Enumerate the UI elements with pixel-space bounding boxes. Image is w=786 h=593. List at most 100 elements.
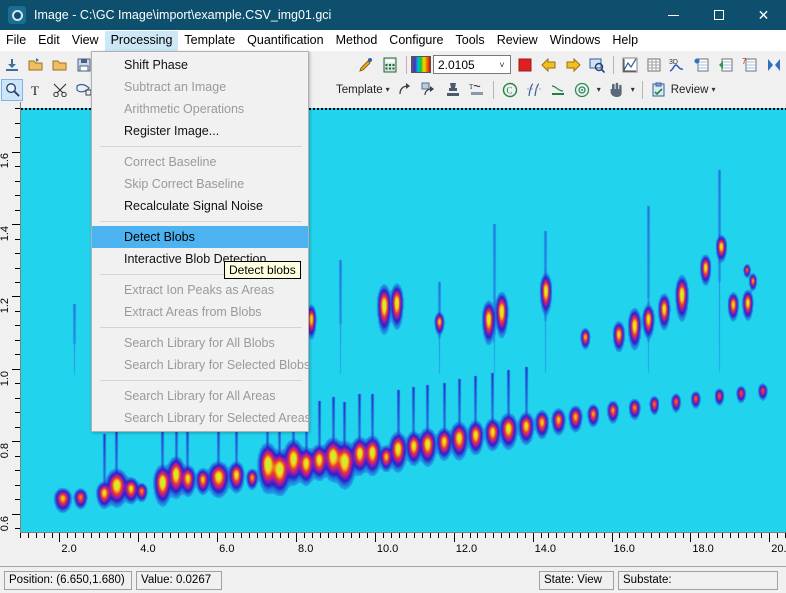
3d-view-button[interactable]: 3D xyxy=(667,54,689,76)
x-tick-minor xyxy=(75,533,76,538)
close-button[interactable]: ✕ xyxy=(741,0,786,30)
x-tick-minor xyxy=(446,533,447,538)
menu-template[interactable]: Template xyxy=(178,31,241,51)
image-compare-icon xyxy=(766,57,782,73)
y-tick-label: 1.2 xyxy=(0,298,11,313)
menu-file[interactable]: File xyxy=(0,31,32,51)
review-dropdown-label[interactable]: Review xyxy=(671,84,709,96)
minimize-button[interactable] xyxy=(651,0,696,30)
x-tick-minor xyxy=(746,533,747,538)
report-table-button[interactable]: 7 xyxy=(739,54,761,76)
back-button[interactable] xyxy=(538,54,560,76)
menu-item-register-image[interactable]: Register Image... xyxy=(92,120,308,142)
menu-item-recalculate-signal-noise[interactable]: Recalculate Signal Noise xyxy=(92,195,308,217)
menu-review[interactable]: Review xyxy=(491,31,544,51)
align-button[interactable] xyxy=(523,79,545,101)
menu-separator xyxy=(100,146,302,147)
x-tick-minor xyxy=(209,533,210,538)
x-tick-minor xyxy=(714,533,715,538)
calculator-button[interactable] xyxy=(379,54,401,76)
x-tick-minor xyxy=(304,533,305,538)
x-tick-minor xyxy=(225,533,226,538)
menu-item-shift-phase[interactable]: Shift Phase xyxy=(92,54,308,76)
x-tick-minor xyxy=(588,533,589,538)
y-tick-minor xyxy=(15,137,20,138)
hand-tool-button[interactable] xyxy=(605,79,627,101)
target-button[interactable] xyxy=(571,79,593,101)
y-tick-minor xyxy=(15,499,20,500)
stamp-tool-button[interactable] xyxy=(442,79,464,101)
baseline-button[interactable] xyxy=(547,79,569,101)
pencil-tool-button[interactable] xyxy=(355,54,377,76)
x-tick-minor xyxy=(430,533,431,538)
x-tick-major xyxy=(296,533,297,542)
save-icon xyxy=(76,57,92,73)
x-tick-minor xyxy=(556,533,557,538)
peak-table-button[interactable] xyxy=(643,54,665,76)
zoom-region-button[interactable] xyxy=(586,54,608,76)
open-recent-button[interactable] xyxy=(49,54,71,76)
x-tick-minor xyxy=(604,533,605,538)
chevron-down-icon[interactable]: ▾ xyxy=(711,85,715,94)
recalculate-button[interactable]: C xyxy=(499,79,521,101)
x-tick-label: 10.0 xyxy=(377,543,398,555)
y-tick-major xyxy=(12,441,20,442)
processing-menu[interactable]: Shift PhaseSubtract an ImageArithmetic O… xyxy=(91,51,309,432)
y-axis: 0.60.81.01.21.41.6 xyxy=(0,102,21,532)
chevron-down-icon[interactable]: ▾ xyxy=(597,85,601,94)
x-tick-minor xyxy=(627,533,628,538)
transform-button[interactable]: T xyxy=(466,79,488,101)
menu-method[interactable]: Method xyxy=(330,31,384,51)
blob-table-button[interactable] xyxy=(691,54,713,76)
stamp-icon xyxy=(445,82,461,97)
menu-windows[interactable]: Windows xyxy=(544,31,607,51)
x-tick-minor xyxy=(580,533,581,538)
menu-edit[interactable]: Edit xyxy=(32,31,66,51)
x-tick-minor xyxy=(683,533,684,538)
stop-button[interactable] xyxy=(514,54,536,76)
zoom-tool-button[interactable] xyxy=(1,79,23,101)
compare-table-button[interactable] xyxy=(715,54,737,76)
copy-template-button[interactable] xyxy=(418,79,440,101)
image-compare-button[interactable] xyxy=(763,54,785,76)
import-image-button[interactable] xyxy=(1,54,23,76)
baseline-icon xyxy=(550,82,566,97)
template-dropdown-label[interactable]: Template xyxy=(336,84,383,96)
apply-template-button[interactable] xyxy=(394,79,416,101)
menu-item-search-library-for-selected-blobs: Search Library for Selected Blobs xyxy=(92,354,308,376)
x-tick-minor xyxy=(288,533,289,538)
colormap-swatch[interactable] xyxy=(411,56,431,73)
x-tick-minor xyxy=(241,533,242,538)
zoom-region-icon xyxy=(589,57,605,73)
open-file-button[interactable] xyxy=(25,54,47,76)
menu-processing[interactable]: Processing xyxy=(105,31,179,51)
x-tick-major xyxy=(138,533,139,542)
menu-quantification[interactable]: Quantification xyxy=(241,31,329,51)
x-tick-minor xyxy=(754,533,755,538)
y-tick-minor xyxy=(15,282,20,283)
status-value: Value: 0.0267 xyxy=(136,571,222,590)
menu-tools[interactable]: Tools xyxy=(450,31,491,51)
text-tool-button[interactable]: T xyxy=(25,79,47,101)
menu-configure[interactable]: Configure xyxy=(383,31,449,51)
forward-button[interactable] xyxy=(562,54,584,76)
scissors-tool-button[interactable] xyxy=(49,79,71,101)
chromatogram-button[interactable] xyxy=(619,54,641,76)
x-tick-minor xyxy=(462,533,463,538)
zoom-level-combo[interactable]: 2.0105 ˅ xyxy=(433,55,511,74)
x-tick-minor xyxy=(186,533,187,538)
chevron-down-icon[interactable]: ▾ xyxy=(631,85,635,94)
menu-item-subtract-an-image: Subtract an Image xyxy=(92,76,308,98)
maximize-button[interactable] xyxy=(696,0,741,30)
chevron-down-icon[interactable]: ▾ xyxy=(386,85,390,94)
menu-item-detect-blobs[interactable]: Detect Blobs xyxy=(92,226,308,248)
review-icon-button[interactable] xyxy=(648,79,670,101)
status-state: State: View xyxy=(539,571,614,590)
target-icon xyxy=(574,82,590,98)
folder-icon xyxy=(52,57,68,73)
menu-view[interactable]: View xyxy=(66,31,105,51)
x-tick-minor xyxy=(123,533,124,538)
menu-help[interactable]: Help xyxy=(606,31,644,51)
x-tick-major xyxy=(533,533,534,542)
copy-template-icon xyxy=(421,82,437,97)
